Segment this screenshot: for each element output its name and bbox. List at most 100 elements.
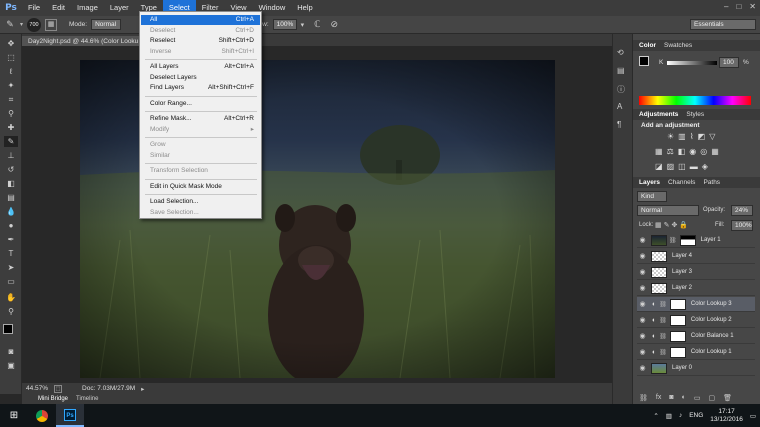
gradient-map-icon[interactable]: ▬ — [690, 162, 698, 171]
zoom-level[interactable]: 44.57% — [26, 385, 48, 392]
shape-tool-icon[interactable]: ▭ — [4, 276, 18, 287]
photoshop-taskbar-icon[interactable]: Ps — [56, 404, 84, 427]
new-adjustment-icon[interactable]: ◐ — [682, 394, 686, 402]
lock-icons[interactable]: ▦✎✥🔒 — [655, 221, 690, 229]
layer-row[interactable]: ◉ Layer 0 — [637, 361, 755, 376]
menu-item-modify[interactable]: Modify ▸ — [141, 125, 260, 135]
layer-thumbnail[interactable] — [651, 362, 667, 374]
menu-item-deselect-layers[interactable]: Deselect Layers — [141, 73, 260, 83]
mask-link-icon[interactable]: ⛓ — [659, 317, 667, 324]
crop-tool-icon[interactable]: ⌗ — [4, 94, 18, 105]
posterize-icon[interactable]: ▨ — [667, 162, 675, 171]
zoom-tool-icon[interactable]: ⚲ — [4, 306, 18, 317]
chevron-down-icon[interactable]: ▾ — [20, 21, 23, 28]
new-layer-icon[interactable]: ▢ — [708, 394, 715, 402]
tab-swatches[interactable]: Swatches — [664, 42, 692, 49]
fill-input[interactable]: 100% — [731, 220, 753, 231]
selective-color-icon[interactable]: ◈ — [702, 162, 708, 171]
layer-row[interactable]: ◉ Layer 3 — [637, 265, 755, 280]
tray-arrow-icon[interactable]: ⌃ — [653, 412, 658, 420]
menu-item-color-range[interactable]: Color Range... — [141, 99, 260, 109]
layer-row[interactable]: ◉ ◐ ⛓ Color Lookup 1 — [637, 345, 755, 360]
layer-style-icon[interactable]: fx — [656, 394, 661, 402]
delete-layer-icon[interactable]: 🗑 — [723, 394, 732, 402]
channel-mixer-icon[interactable]: ◎ — [700, 147, 707, 156]
curves-icon[interactable]: ⌇ — [690, 132, 694, 141]
maximize-button[interactable]: □ — [736, 2, 741, 11]
workspace-select[interactable]: Essentials — [690, 19, 756, 30]
clone-stamp-tool-icon[interactable]: ⊥ — [4, 150, 18, 161]
history-brush-tool-icon[interactable]: ↺ — [4, 164, 18, 175]
menu-help[interactable]: Help — [291, 0, 318, 16]
layer-row[interactable]: ◉ ◐ ⛓ Color Lookup 3 — [637, 297, 755, 312]
hand-tool-icon[interactable]: ✋ — [4, 292, 18, 303]
menu-item-save-selection[interactable]: Save Selection... — [141, 208, 260, 218]
airbrush-icon[interactable]: ℂ — [314, 19, 320, 30]
visibility-eye-icon[interactable]: ◉ — [637, 236, 648, 244]
k-slider[interactable] — [667, 61, 717, 65]
tablet-pressure-icon[interactable]: ⊘ — [330, 19, 338, 30]
lasso-tool-icon[interactable]: ℓ — [4, 66, 18, 77]
layer-mask-thumbnail[interactable] — [669, 330, 686, 342]
menu-item-grow[interactable]: Grow — [141, 140, 260, 150]
visibility-eye-icon[interactable]: ◉ — [637, 348, 648, 356]
menu-file[interactable]: File — [22, 0, 46, 16]
document-info[interactable]: Doc: 7.03M/27.9M — [82, 385, 135, 392]
visibility-eye-icon[interactable]: ◉ — [637, 332, 648, 340]
export-icon[interactable]: ⬚ — [54, 384, 63, 393]
type-tool-icon[interactable]: T — [4, 248, 18, 259]
menu-item-all-layers[interactable]: All Layers Alt+Ctrl+A — [141, 62, 260, 72]
vibrance-icon[interactable]: ▽ — [709, 132, 715, 141]
action-center-icon[interactable]: ▭ — [750, 412, 756, 420]
character-panel-icon[interactable]: A — [617, 102, 622, 111]
brush-tool-icon[interactable]: ✎ — [4, 136, 18, 147]
foreground-color-chip[interactable] — [639, 56, 649, 66]
layer-filter-select[interactable]: Kind — [637, 191, 667, 202]
hue-saturation-icon[interactable]: ▦ — [655, 147, 663, 156]
exposure-icon[interactable]: ◩ — [698, 132, 706, 141]
menu-edit[interactable]: Edit — [46, 0, 71, 16]
new-group-icon[interactable]: ▭ — [694, 394, 701, 402]
close-button[interactable]: ✕ — [749, 2, 756, 11]
layer-mask-thumbnail[interactable] — [679, 234, 696, 246]
mask-link-icon[interactable]: ⛓ — [659, 301, 667, 308]
menu-item-inverse[interactable]: Inverse Shift+Ctrl+I — [141, 47, 260, 57]
visibility-eye-icon[interactable]: ◉ — [637, 300, 648, 308]
add-mask-icon[interactable]: ◙ — [669, 394, 673, 402]
layer-mask-thumbnail[interactable] — [669, 314, 686, 326]
minimize-button[interactable]: – — [724, 2, 728, 11]
language-indicator[interactable]: ENG — [689, 412, 703, 419]
brush-tool-icon[interactable]: ✎ — [4, 19, 16, 30]
color-lookup-icon[interactable]: ▦ — [711, 147, 719, 156]
layer-row[interactable]: ◉ ⛓ Layer 1 — [637, 233, 755, 248]
brightness-icon[interactable]: ☀ — [667, 132, 674, 141]
path-selection-tool-icon[interactable]: ➤ — [4, 262, 18, 273]
paragraph-panel-icon[interactable]: ¶ — [617, 120, 621, 129]
tab-styles[interactable]: Styles — [686, 111, 704, 118]
chrome-taskbar-icon[interactable] — [28, 404, 56, 427]
invert-icon[interactable]: ◪ — [655, 162, 663, 171]
visibility-eye-icon[interactable]: ◉ — [637, 316, 648, 324]
photo-filter-icon[interactable]: ◉ — [689, 147, 696, 156]
network-icon[interactable]: ▥ — [666, 412, 672, 420]
document-tab[interactable]: Day2Night.psd @ 44.6% (Color Looku — [22, 36, 145, 46]
layer-thumbnail[interactable] — [651, 266, 667, 278]
link-layers-icon[interactable]: ⛓ — [639, 394, 648, 402]
mask-link-icon[interactable]: ⛓ — [669, 237, 677, 244]
menu-item-edit-in-quick-mask-mode[interactable]: Edit in Quick Mask Mode — [141, 182, 260, 192]
menu-item-find-layers[interactable]: Find Layers Alt+Shift+Ctrl+F — [141, 83, 260, 93]
layer-row[interactable]: ◉ Layer 4 — [637, 249, 755, 264]
brush-size-preset[interactable]: 700 — [27, 17, 42, 32]
menu-image[interactable]: Image — [71, 0, 104, 16]
layer-thumbnail[interactable] — [651, 234, 667, 246]
menu-item-deselect[interactable]: Deselect Ctrl+D — [141, 26, 260, 36]
menu-item-reselect[interactable]: Reselect Shift+Ctrl+D — [141, 36, 260, 46]
info-panel-icon[interactable]: ⓘ — [617, 84, 625, 95]
blur-tool-icon[interactable]: 💧 — [4, 206, 18, 217]
menu-item-transform-selection[interactable]: Transform Selection — [141, 166, 260, 176]
visibility-eye-icon[interactable]: ◉ — [637, 252, 648, 260]
menu-item-load-selection[interactable]: Load Selection... — [141, 197, 260, 207]
mode-select[interactable]: Normal — [91, 19, 122, 30]
black-white-icon[interactable]: ◧ — [678, 147, 686, 156]
layer-row[interactable]: ◉ ◐ ⛓ Color Lookup 2 — [637, 313, 755, 328]
